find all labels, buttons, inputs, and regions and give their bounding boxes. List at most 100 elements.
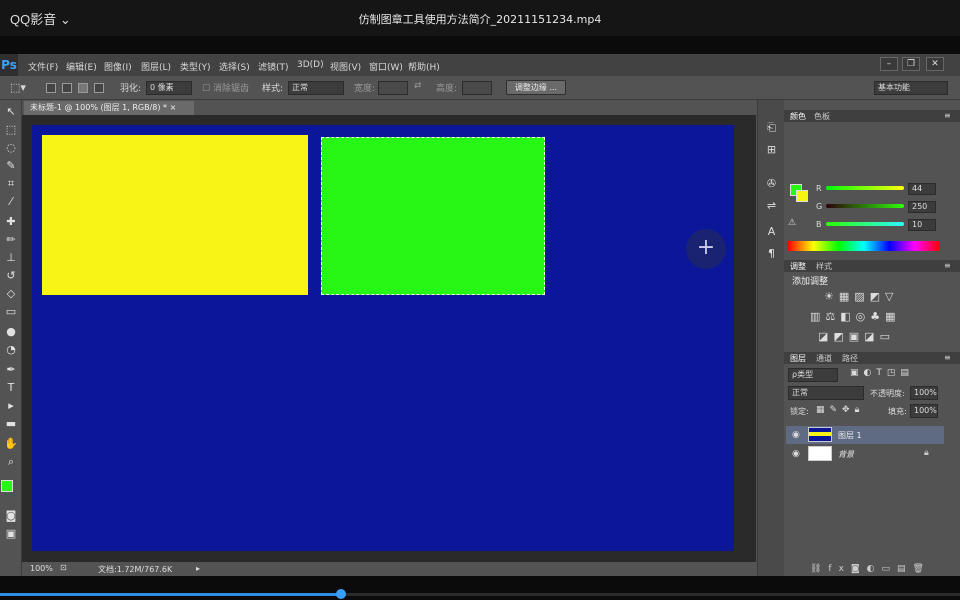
menu-help[interactable]: 帮助(H) [408,60,440,73]
r-value[interactable]: 44 [908,183,936,195]
antialias-checkbox[interactable]: ☐ 消除锯齿 [202,81,249,94]
marquee-tool-icon[interactable]: ⬚ [3,122,19,138]
quick-select-tool-icon[interactable]: ✎ [3,158,19,174]
screen-mode-icon[interactable]: ▣ [3,526,19,542]
color-panel-background[interactable] [796,190,808,202]
blur-tool-icon[interactable]: ● [3,324,19,340]
layer-filter-select[interactable]: ρ类型 [788,368,838,382]
layer-name[interactable]: 图层 1 [838,430,862,441]
restore-icon[interactable]: ❐ [902,57,920,71]
layer-row-background[interactable]: ◉ 背景 🔒︎ [786,445,944,463]
layer-actions-icons[interactable]: ⛓fx◙◐▭▤🗑︎ [810,564,931,574]
b-value[interactable]: 10 [908,219,936,231]
layer-name[interactable]: 背景 [838,449,854,460]
eraser-tool-icon[interactable]: ◇ [3,286,19,302]
new-selection-icon[interactable] [46,83,56,93]
menu-type[interactable]: 类型(Y) [180,60,211,73]
history-brush-icon[interactable]: ↺ [3,268,19,284]
panel-menu-icon[interactable]: ≡ [944,111,951,120]
refine-edge-button[interactable]: 调整边缘 ... [506,80,566,95]
brush-panel-icon[interactable]: ✇ [764,176,779,191]
layer-filter-icons[interactable]: ▣◐T◳▤ [850,368,914,378]
lasso-tool-icon[interactable]: ◌ [3,140,19,156]
tab-swatches[interactable]: 色板 [814,111,830,122]
progress-knob[interactable] [336,589,346,599]
status-menu-icon[interactable]: ▸ [196,564,200,573]
intersect-selection-icon[interactable] [94,83,104,93]
fill-input[interactable]: 100% [910,404,938,418]
workspace-select[interactable]: 基本功能 [874,81,948,95]
type-tool-icon[interactable]: T [3,380,19,396]
b-slider[interactable] [826,222,904,226]
path-select-icon[interactable]: ▸ [3,398,19,414]
gradient-tool-icon[interactable]: ▭ [3,304,19,320]
healing-brush-icon[interactable]: ✚ [3,214,19,230]
r-slider[interactable] [826,186,904,190]
adjust-menu-icon[interactable]: ≡ [944,261,951,270]
marquee-preset-icon[interactable]: ⬚▾ [10,81,26,94]
lock-icons[interactable]: ▦✎✥🔒︎ [816,405,864,415]
tab-color[interactable]: 颜色 [790,111,806,122]
adjust-row-1-icons[interactable]: ☀▦▨◩▽ [824,290,899,303]
properties-panel-icon[interactable]: ⊞ [764,142,779,157]
blend-mode-select[interactable]: 正常 [788,386,864,400]
video-progress-bar[interactable] [0,593,960,596]
tab-paths[interactable]: 路径 [842,353,858,364]
width-input[interactable] [378,81,408,95]
character-panel-icon[interactable]: A [764,224,779,239]
subtract-selection-icon[interactable] [78,83,88,93]
brush-presets-icon[interactable]: ⇌ [764,198,779,213]
quick-mask-icon[interactable]: ◙ [3,508,19,524]
zoom-tool-icon[interactable]: ⌕ [3,454,19,470]
shape-tool-icon[interactable]: ▬ [3,416,19,432]
swap-icon[interactable]: ⇄ [414,81,422,91]
brush-tool-icon[interactable]: ✏ [3,232,19,248]
document-tab[interactable]: 未标题-1 @ 100% (图层 1, RGB/8) * × [24,101,194,115]
layers-menu-icon[interactable]: ≡ [944,353,951,362]
move-tool-icon[interactable]: ↖ [3,104,19,120]
pen-tool-icon[interactable]: ✒ [3,362,19,378]
opacity-input[interactable]: 100% [910,386,938,400]
eyedropper-tool-icon[interactable]: ⁄ [3,194,19,210]
menu-select[interactable]: 选择(S) [219,60,250,73]
menu-view[interactable]: 视图(V) [330,60,361,73]
tools-panel: ↖ ⬚ ◌ ✎ ⌗ ⁄ ✚ ✏ ⊥ ↺ ◇ ▭ ● ◔ ✒ T ▸ ▬ ✋ ⌕ … [0,100,22,576]
feather-input[interactable]: 0 像素 [146,81,192,95]
crop-tool-icon[interactable]: ⌗ [3,176,19,192]
adjust-row-2-icons[interactable]: ▥⚖◧◎♣▦ [810,310,901,323]
history-panel-icon[interactable]: ⎗ [764,120,779,135]
tab-channels[interactable]: 通道 [816,353,832,364]
clone-stamp-icon[interactable]: ⊥ [3,250,19,266]
close-tab-icon[interactable]: × [170,103,177,112]
tab-adjustments[interactable]: 调整 [790,261,806,272]
tab-layers[interactable]: 图层 [790,353,806,364]
adjust-row-3-icons[interactable]: ◪◩▣◪▭ [818,330,895,343]
dodge-tool-icon[interactable]: ◔ [3,342,19,358]
add-selection-icon[interactable] [62,83,72,93]
menu-3d[interactable]: 3D(D) [297,60,324,70]
warning-icon: ⚠ [788,218,797,228]
g-value[interactable]: 250 [908,201,936,213]
layer-row-1[interactable]: ◉ 图层 1 [786,426,944,444]
tab-styles[interactable]: 样式 [816,261,832,272]
height-input[interactable] [462,81,492,95]
style-select[interactable]: 正常 [288,81,344,95]
document-canvas[interactable]: + [32,125,734,551]
menu-image[interactable]: 图像(I) [104,60,132,73]
eye-icon[interactable]: ◉ [792,430,800,440]
menu-filter[interactable]: 滤镜(T) [258,60,289,73]
eye-icon[interactable]: ◉ [792,449,800,459]
menu-layer[interactable]: 图层(L) [141,60,171,73]
g-slider[interactable] [826,204,904,208]
right-panels: 颜色 色板 ≡ R 44 G 250 B 10 ⚠ 调整 样式 ≡ 添加调整 ☀… [784,100,960,576]
menu-edit[interactable]: 编辑(E) [66,60,97,73]
close-icon[interactable]: ✕ [926,57,944,71]
menu-window[interactable]: 窗口(W) [369,60,403,73]
foreground-color-swatch[interactable] [1,480,13,492]
paragraph-panel-icon[interactable]: ¶ [764,246,779,261]
zoom-level[interactable]: 100% [30,564,53,573]
color-spectrum[interactable] [788,241,940,251]
menu-file[interactable]: 文件(F) [28,60,58,73]
hand-tool-icon[interactable]: ✋ [3,436,19,452]
minimize-icon[interactable]: – [880,57,898,71]
